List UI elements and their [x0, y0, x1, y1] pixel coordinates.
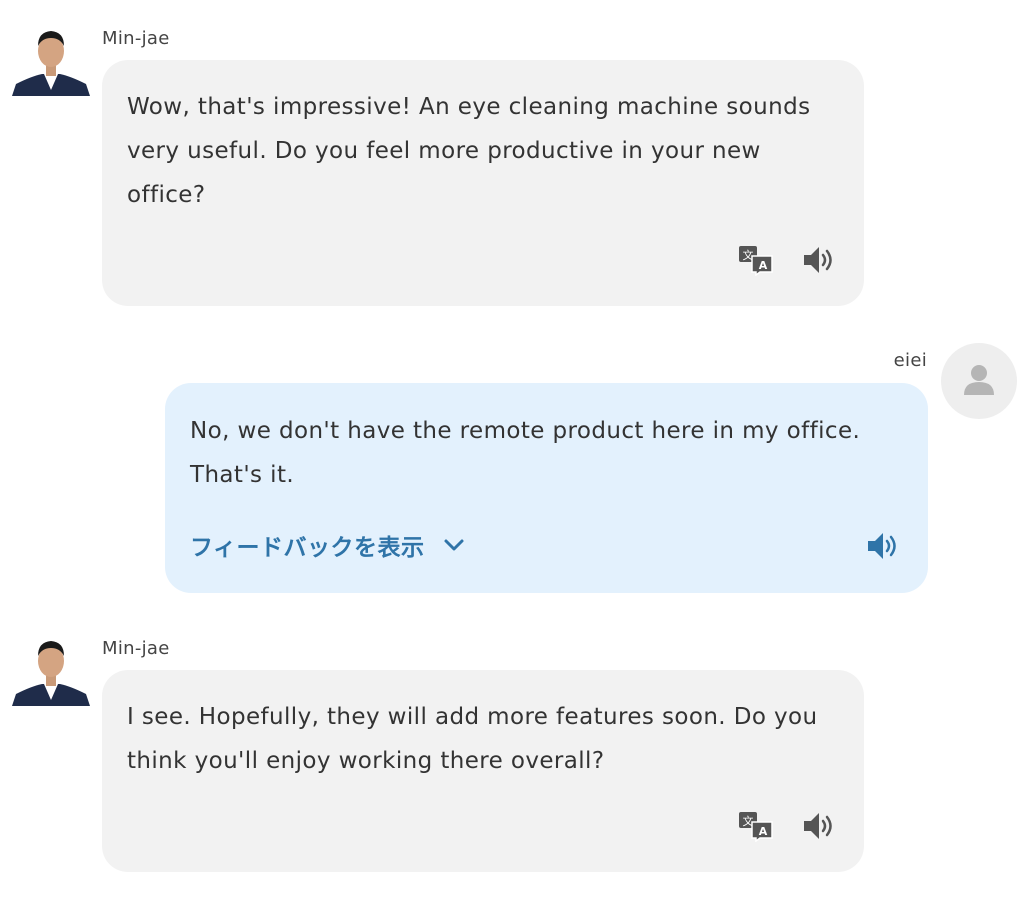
sender-name: Min-jae — [102, 28, 170, 49]
message-bubble: I see. Hopefully, they will add more fea… — [102, 670, 864, 872]
speaker-icon — [801, 244, 837, 280]
message-bubble: Wow, that's impressive! An eye cleaning … — [102, 60, 864, 306]
play-audio-button[interactable] — [863, 528, 903, 568]
show-feedback-toggle[interactable]: フィードバックを表示 — [190, 528, 465, 562]
message-text: I see. Hopefully, they will add more fea… — [127, 704, 818, 774]
speaker-icon — [865, 530, 901, 566]
feedback-label: フィードバックを表示 — [190, 535, 425, 561]
svg-text:A: A — [759, 259, 768, 272]
sender-name: Min-jae — [102, 638, 170, 659]
speaker-icon — [801, 810, 837, 846]
svg-text:A: A — [759, 825, 768, 838]
avatar — [941, 343, 1017, 419]
message-text: No, we don't have the remote product her… — [190, 418, 861, 488]
play-audio-button[interactable] — [799, 808, 839, 848]
avatar — [12, 634, 90, 706]
translate-icon: 文 A — [738, 244, 774, 280]
sender-name: eiei — [893, 350, 927, 371]
message-text: Wow, that's impressive! An eye cleaning … — [127, 94, 811, 208]
play-audio-button[interactable] — [799, 242, 839, 282]
translate-button[interactable]: 文 A — [736, 242, 776, 282]
translate-button[interactable]: 文 A — [736, 808, 776, 848]
user-icon — [961, 361, 997, 401]
avatar — [12, 24, 90, 96]
chevron-down-icon — [443, 538, 465, 552]
translate-icon: 文 A — [738, 810, 774, 846]
message-bubble: No, we don't have the remote product her… — [165, 383, 928, 593]
